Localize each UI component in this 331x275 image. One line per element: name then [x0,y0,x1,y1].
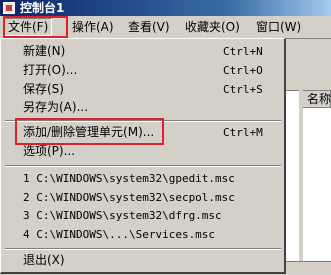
menu-item-exit[interactable]: 退出(X) [1,251,284,270]
window-title: 控制台1 [20,1,65,15]
menu-item-new[interactable]: 新建(N) Ctrl+N [1,42,284,61]
menu-item-save-as[interactable]: 另存为(A)... [1,98,284,117]
menu-file[interactable]: 文件(F) [4,18,53,36]
menu-window[interactable]: 窗口(W) [256,19,301,35]
menu-favorites[interactable]: 收藏夹(O) [185,19,240,35]
background-console-window: 名称 [286,38,331,275]
menu-view[interactable]: 查看(V) [128,19,170,35]
console-app-icon [3,2,15,14]
menu-separator [5,120,281,122]
column-header-name[interactable]: 名称 [303,91,331,108]
pane-splitter[interactable] [299,90,303,274]
title-bar[interactable]: 控制台1 [0,0,331,16]
toolbar-divider [286,38,331,39]
menu-item-options[interactable]: 选项(P)... [1,142,284,161]
menu-bar: 文件(F) 操作(A) 查看(V) 收藏夹(O) 窗口(W) [0,16,331,38]
file-menu-dropdown: 新建(N) Ctrl+N 打开(O)... Ctrl+O 保存(S) Ctrl+… [0,38,286,274]
details-pane [286,90,331,275]
menu-item-recent-3[interactable]: 3 C:\WINDOWS\system32\dfrg.msc [1,206,284,225]
menu-separator [5,165,281,167]
menu-separator [5,248,281,250]
menu-item-recent-2[interactable]: 2 C:\WINDOWS\system32\secpol.msc [1,188,284,207]
menu-action[interactable]: 操作(A) [72,19,114,35]
menu-item-add-remove-snapin[interactable]: 添加/删除管理单元(M)... Ctrl+M [1,123,284,142]
menu-item-open[interactable]: 打开(O)... Ctrl+O [1,61,284,80]
status-bar [286,261,331,275]
menu-item-recent-1[interactable]: 1 C:\WINDOWS\system32\gpedit.msc [1,169,284,188]
menu-item-save[interactable]: 保存(S) Ctrl+S [1,80,284,99]
menu-item-recent-4[interactable]: 4 C:\WINDOWS\...\Services.msc [1,225,284,244]
